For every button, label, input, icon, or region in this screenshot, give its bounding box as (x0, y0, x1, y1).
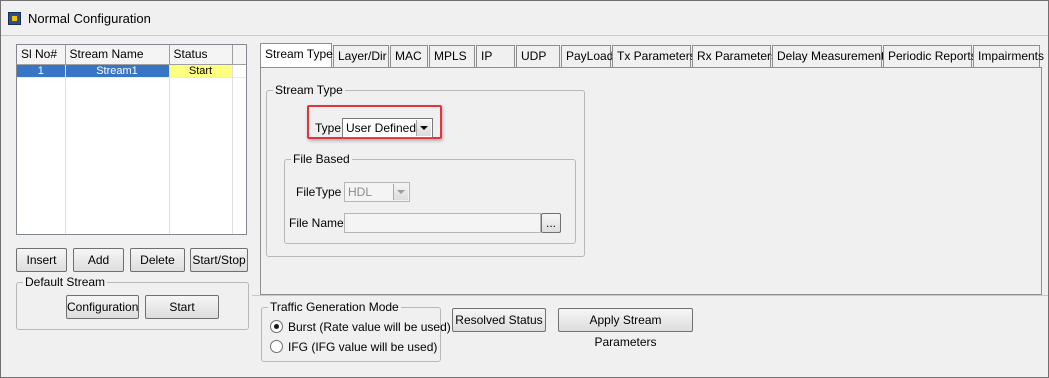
column-header-status[interactable]: Status (169, 45, 233, 65)
stream-type-legend: Stream Type (273, 83, 345, 97)
title-bar: Normal Configuration (1, 1, 1048, 34)
normal-configuration-window: Normal Configuration Sl No# Stream Name … (0, 0, 1049, 378)
grid-column-line (169, 65, 170, 234)
chevron-down-icon[interactable] (393, 184, 408, 200)
tab-payload[interactable]: PayLoad (561, 45, 613, 67)
cell-status[interactable]: Start (169, 64, 233, 78)
app-window-icon (8, 12, 21, 25)
column-header-stream-name[interactable]: Stream Name (65, 45, 170, 65)
burst-radio[interactable] (270, 320, 283, 333)
filetype-combo[interactable]: HDL (344, 182, 410, 202)
column-header-filler (232, 45, 246, 65)
filetype-combo-value: HDL (348, 185, 373, 199)
tab-delay-measurements[interactable]: Delay Measurements (772, 45, 890, 67)
cell-sl-no[interactable]: 1 (17, 64, 66, 78)
type-label: Type (315, 121, 342, 135)
default-start-button[interactable]: Start (145, 295, 219, 319)
filename-label: File Name (289, 216, 344, 230)
add-button[interactable]: Add (73, 248, 124, 272)
file-based-group: File Based FileType HDL File Name ... (284, 152, 576, 244)
burst-radio-label[interactable]: Burst (Rate value will be used) (288, 320, 451, 334)
tab-stream-type[interactable]: Stream Type (260, 43, 333, 67)
title-divider (1, 35, 1048, 36)
browse-button[interactable]: ... (541, 213, 561, 233)
ifg-radio-label[interactable]: IFG (IFG value will be used) (288, 340, 437, 354)
default-stream-group: Default Stream Configuration Start (16, 275, 249, 330)
window-title: Normal Configuration (28, 11, 151, 26)
tab-mpls[interactable]: MPLS (429, 45, 475, 67)
filetype-label: FileType (296, 185, 342, 199)
resolved-status-button[interactable]: Resolved Status (452, 308, 546, 332)
tab-tx-parameters[interactable]: Tx Parameters (612, 45, 696, 67)
filename-field[interactable] (344, 213, 541, 233)
default-stream-legend: Default Stream (23, 275, 108, 289)
section-divider (252, 295, 1048, 296)
table-row[interactable]: 1 Stream1 Start (17, 64, 246, 78)
stream-type-group: Stream Type Type User Defined File Based… (266, 83, 585, 257)
cell-filler (232, 64, 246, 78)
tab-udp[interactable]: UDP (516, 45, 560, 67)
type-combo-value: User Defined (346, 121, 417, 135)
grid-column-line (65, 65, 66, 234)
tab-mac[interactable]: MAC (390, 45, 428, 67)
insert-button[interactable]: Insert (16, 248, 67, 272)
tab-rx-parameters[interactable]: Rx Parameters (692, 45, 777, 67)
traffic-mode-legend: Traffic Generation Mode (268, 300, 401, 314)
configuration-button[interactable]: Configuration (66, 295, 139, 319)
stream-type-tab-panel: Stream Type Type User Defined File Based… (260, 67, 1042, 295)
tab-ip[interactable]: IP (476, 45, 515, 67)
type-combo[interactable]: User Defined (342, 118, 433, 138)
start-stop-button[interactable]: Start/Stop (190, 248, 248, 272)
ifg-radio[interactable] (270, 340, 283, 353)
delete-button[interactable]: Delete (130, 248, 185, 272)
apply-stream-parameters-button[interactable]: Apply Stream Parameters (558, 308, 693, 349)
column-header-sl-no[interactable]: Sl No# (17, 45, 66, 65)
tab-periodic-reports[interactable]: Periodic Reports (883, 45, 977, 67)
traffic-generation-mode-group: Traffic Generation Mode Burst (Rate valu… (261, 300, 451, 362)
file-based-legend: File Based (291, 152, 352, 166)
stream-grid[interactable]: Sl No# Stream Name Status 1 Stream1 Star… (16, 44, 247, 235)
grid-column-line (232, 65, 233, 234)
chevron-down-icon[interactable] (416, 120, 431, 136)
cell-stream-name[interactable]: Stream1 (65, 64, 170, 78)
tab-impairments[interactable]: Impairments (973, 45, 1044, 67)
tab-layer-dir[interactable]: Layer/Dir (333, 45, 389, 67)
